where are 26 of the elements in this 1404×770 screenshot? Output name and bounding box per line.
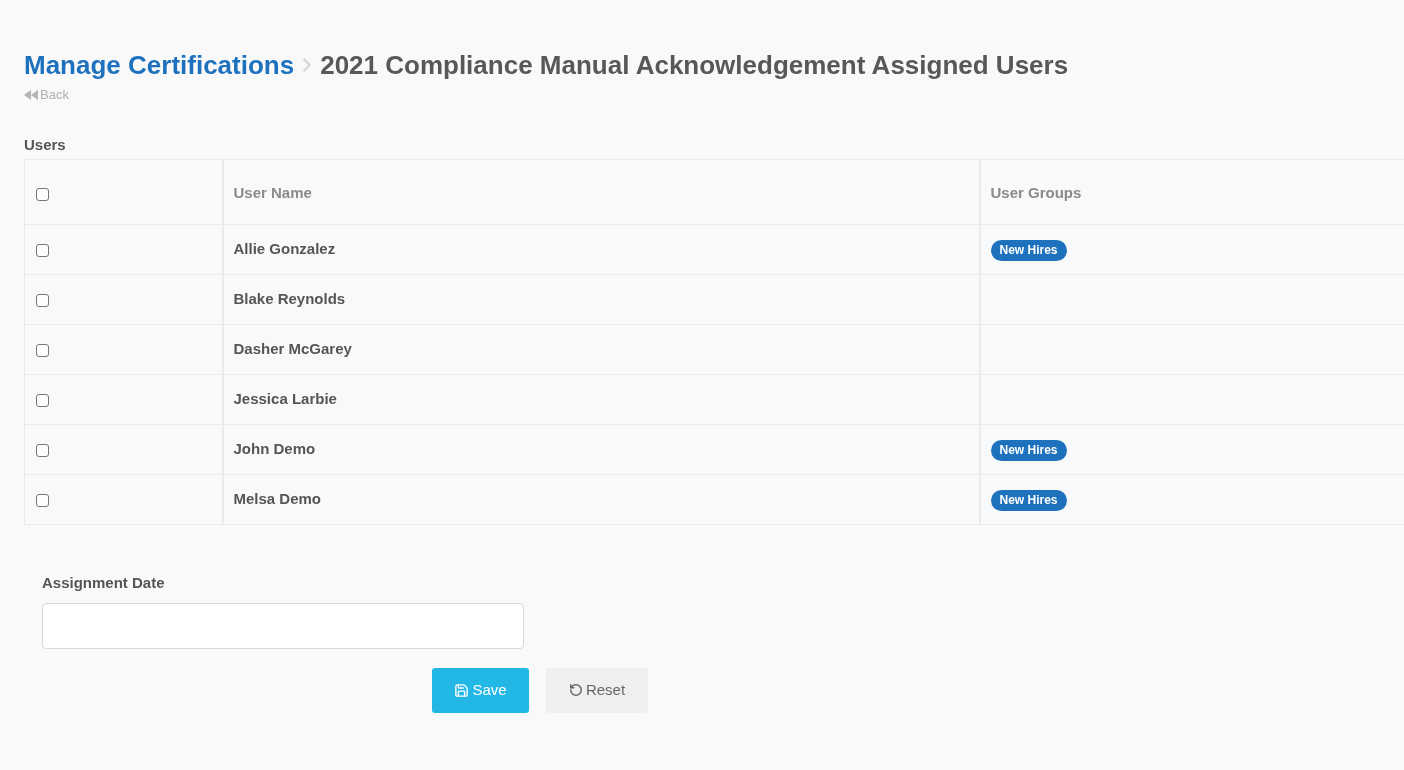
page-title: 2021 Compliance Manual Acknowledgement Assigned Users: [320, 49, 1069, 82]
field-label: Assignment Date: [42, 572, 165, 593]
section-heading: Users: [24, 134, 66, 155]
user-name: Dasher McGarey: [233, 340, 352, 358]
checkbox[interactable]: [36, 343, 49, 357]
checkbox[interactable]: [36, 443, 49, 457]
user-name: John Demo: [233, 440, 316, 458]
group-tag: New Hires: [990, 489, 1067, 511]
group-tag: New Hires: [990, 239, 1067, 261]
user-name: Blake Reynolds: [233, 290, 346, 308]
column-header: User Name: [233, 183, 312, 201]
user-name: Jessica Larbie: [233, 390, 337, 408]
user-name: Melsa Demo: [233, 490, 322, 508]
checkbox[interactable]: [36, 187, 49, 201]
column-header: User Groups: [990, 183, 1082, 201]
group-tag: New Hires: [990, 439, 1067, 461]
checkbox[interactable]: [36, 293, 49, 307]
checkbox[interactable]: [36, 393, 49, 407]
breadcrumb-link[interactable]: Manage Certifications: [24, 48, 295, 82]
checkbox[interactable]: [36, 493, 49, 507]
reset-button[interactable]: Reset: [546, 667, 648, 713]
counterclockwise-arrow-icon: [568, 683, 583, 698]
rewind-icon: [24, 89, 38, 100]
date-input[interactable]: [42, 602, 524, 649]
checkbox[interactable]: [36, 243, 49, 257]
user-name: Allie Gonzalez: [233, 240, 336, 258]
